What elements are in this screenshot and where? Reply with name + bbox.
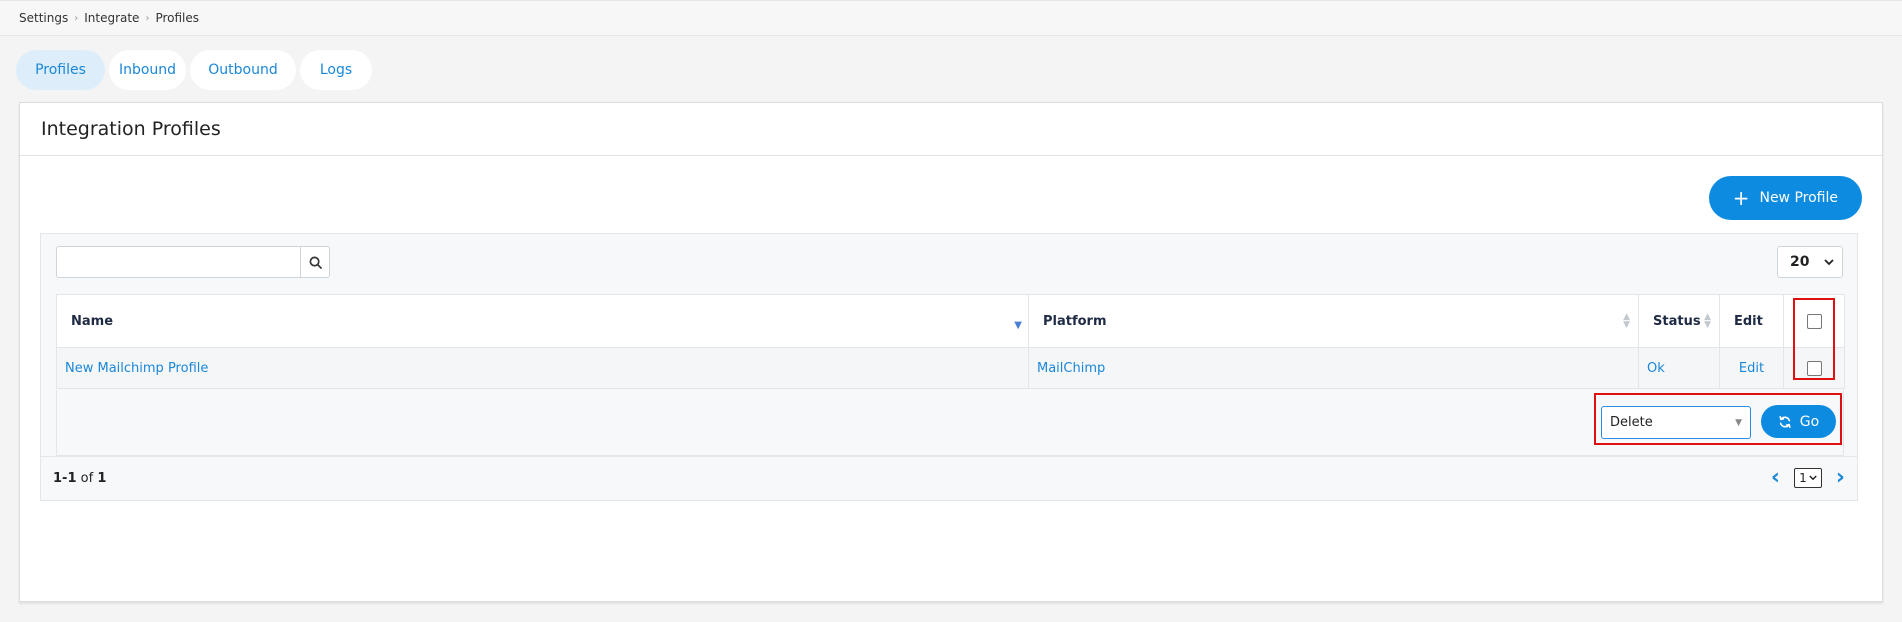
chevron-down-icon [1824,258,1834,265]
page-number-select[interactable]: 1 [1793,468,1822,488]
cell-platform[interactable]: MailChimp [1028,347,1639,389]
previous-page-icon[interactable]: ‹ [1771,467,1780,489]
breadcrumb-profiles: Profiles [155,11,200,25]
new-profile-label: New Profile [1759,190,1838,206]
sort-icon: ▲ ▼ [1704,312,1711,330]
breadcrumb-separator: › [145,12,150,24]
profiles-table: Name ▼ Platform ▲ ▼ Status ▲ ▼ Edit New … [56,294,1845,389]
card-header: Integration Profiles [20,103,1882,156]
pagination-total: 1 [97,471,107,486]
table-row: New Mailchimp Profile MailChimp Ok Edit [56,347,1845,389]
page-number-value: 1 [1799,471,1807,485]
pager: ‹ 1 › [1771,467,1845,489]
breadcrumb-integrate[interactable]: Integrate [84,11,139,25]
integration-profiles-card: Integration Profiles + New Profile 20 Na… [19,102,1883,602]
tab-outbound[interactable]: Outbound [190,50,296,90]
pagination-footer: 1-1 of 1 ‹ 1 › [41,456,1857,500]
column-header-edit: Edit [1719,294,1784,348]
column-header-name[interactable]: Name ▼ [56,294,1029,348]
table-header-row: Name ▼ Platform ▲ ▼ Status ▲ ▼ Edit [56,294,1845,348]
cell-edit-link[interactable]: Edit [1719,347,1784,389]
caret-down-icon: ▼ [1735,417,1742,428]
chevron-down-icon [1809,475,1817,481]
search-input[interactable] [56,246,300,278]
search-icon [309,256,322,269]
pagination-of-label: of [80,471,94,486]
tab-logs[interactable]: Logs [300,50,372,90]
tab-bar: Profiles Inbound Outbound Logs [16,50,372,90]
search-button[interactable] [300,246,330,278]
bulk-action-value: Delete [1610,415,1653,430]
page-size-value: 20 [1790,254,1810,270]
go-button[interactable]: Go [1761,405,1836,438]
tab-profiles[interactable]: Profiles [16,50,105,90]
pagination-range: 1-1 [53,471,77,486]
breadcrumb-separator: › [74,12,79,24]
page-size-select[interactable]: 20 [1777,246,1843,278]
row-select-checkbox[interactable] [1806,360,1822,376]
profiles-grid-panel: 20 Name ▼ Platform ▲ ▼ Status ▲ ▼ Edit N… [40,233,1858,501]
bulk-action-row: Delete ▼ Go [56,390,1844,456]
column-header-select-all [1783,294,1845,348]
refresh-icon [1779,415,1791,428]
column-header-platform[interactable]: Platform ▲ ▼ [1028,294,1639,348]
card-title: Integration Profiles [41,118,221,140]
plus-icon: + [1732,186,1750,210]
new-profile-button[interactable]: + New Profile [1708,176,1862,220]
bulk-action-select[interactable]: Delete ▼ [1601,406,1751,439]
next-page-icon[interactable]: › [1836,467,1845,489]
search-group [56,246,330,278]
breadcrumb: Settings › Integrate › Profiles [0,0,1902,36]
select-all-checkbox[interactable] [1806,313,1822,329]
go-label: Go [1799,413,1820,430]
pagination-summary: 1-1 of 1 [53,471,106,486]
cell-status[interactable]: Ok [1638,347,1720,389]
cell-select [1783,347,1845,389]
tab-inbound[interactable]: Inbound [109,50,186,90]
breadcrumb-settings[interactable]: Settings [19,11,68,25]
column-header-status[interactable]: Status ▲ ▼ [1638,294,1720,348]
sort-icon: ▲ ▼ [1623,312,1630,330]
cell-name[interactable]: New Mailchimp Profile [56,347,1029,389]
sort-desc-icon: ▼ [1014,320,1022,331]
